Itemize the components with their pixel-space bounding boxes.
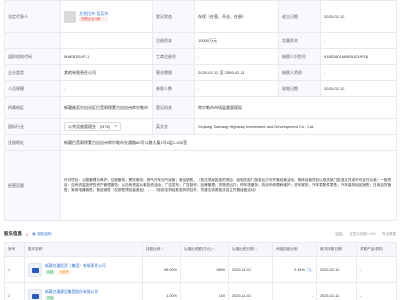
reg-no-label: 工商注册号: [152, 48, 195, 65]
ratio-value: 1.00%: [142, 282, 181, 300]
indirect-cell: 2.34% ⤵: [272, 256, 317, 283]
sort-icon: ⇅: [161, 247, 164, 251]
first-date-value: 2025-02-12: [316, 256, 357, 283]
company-logo-icon: [28, 288, 42, 300]
equity-structure-link[interactable]: ▦ 股权结构: [32, 232, 51, 237]
reg-no-value: -: [194, 48, 279, 65]
company-type-value: 其他有限责任公司: [60, 64, 153, 81]
sort-icon: ⇅: [212, 247, 216, 251]
avatar: [64, 10, 76, 23]
sort-icon: ⇅: [254, 247, 258, 251]
blank-value: [60, 32, 153, 49]
staff-label: 人员规模: [4, 80, 61, 97]
insured-label: 参保人数: [152, 80, 195, 97]
status-badge: 存续: [45, 296, 56, 300]
established-date-value: 2025-02-12: [320, 0, 397, 33]
amount-value: 9800: [180, 256, 229, 283]
date-value: 2029-11-01: [228, 282, 273, 300]
row-index: 2: [4, 282, 25, 300]
address-label: 注册地址: [4, 134, 61, 151]
first-date-value: 2025-02-12: [316, 282, 357, 300]
address-value[interactable]: 新疆巴音郭楞蒙古自治州库尔勒市交通路80号公路大厦1号6层1-005室: [60, 134, 397, 151]
credit-code-value: 91652801MAEB1EUP18: [320, 48, 397, 65]
authority-label: 登记机关: [152, 96, 195, 119]
product-value: -: [356, 256, 397, 283]
amount-value: 100: [180, 282, 229, 300]
shareholders-header: 股东信息 2 ▦ 股权结构 仅显示持股>=5% 导出数据: [4, 228, 396, 240]
scope-value: 许可项目：公路管理与养护；住宿服务；餐饮服务；燃气汽车加气经营；食品销售。（依法…: [60, 150, 397, 221]
registered-capital-label: 注册资本: [152, 32, 195, 49]
status-badge: 存续: [45, 270, 56, 275]
related-companies-badge[interactable]: 关联企业4家: [79, 17, 109, 22]
shareholder-name[interactable]: 新疆交通建设集团股份有限公司: [45, 290, 98, 295]
company-type-label: 企业类型: [4, 64, 61, 81]
industry-select[interactable]: 公共设施管理业 (N78) ▼: [64, 122, 122, 131]
chevron-down-icon: ▼: [114, 124, 118, 128]
ratio-value: 98.00%: [142, 256, 181, 283]
en-name-label: 英文名: [152, 118, 195, 135]
legal-rep-cell: 艾克拉木·吾买尔 关联企业4家: [60, 0, 153, 33]
staff-value: -: [60, 80, 153, 97]
shareholders-count: 2: [26, 231, 29, 237]
legal-rep-name[interactable]: 艾克拉木·吾买尔: [79, 11, 108, 16]
col-indirect: 间接持股比例: [272, 242, 317, 257]
industry-code: (N78): [100, 124, 111, 129]
filter-label: 仅显示持股>=5%: [349, 231, 376, 236]
indirect-value: 2.34%: [294, 267, 305, 272]
org-code-label: 组织机构代码: [4, 48, 61, 65]
industry-cell: 公共设施管理业 (N78) ▼: [60, 118, 153, 135]
row-index: 1: [4, 256, 25, 283]
col-name: 股东名称: [24, 242, 143, 257]
scope-label: 经营范围: [4, 150, 61, 221]
established-date-label: 成立日期: [278, 0, 321, 33]
shareholder-name[interactable]: 新疆交通投资（集团）有限责任公司: [45, 264, 106, 269]
export-button[interactable]: 导出数据: [382, 232, 396, 237]
taxpayer-qual-value: -: [320, 64, 397, 81]
col-ratio[interactable]: 持股比例 ⇅: [142, 242, 181, 257]
col-date[interactable]: 认缴出资日期 ⇅: [228, 242, 273, 257]
shareholder-cell: 新疆交通建设集团股份有限公司 存续: [24, 282, 143, 300]
equity-structure-label: 股权结构: [37, 231, 52, 236]
en-name-value: Xinjiang Tashang Highway Investment and …: [194, 118, 397, 135]
col-amount[interactable]: 认缴出资额(万元) ⇅: [180, 242, 229, 257]
org-code-value: MAEB1EUP-1: [60, 48, 153, 65]
col-index: 序号: [4, 242, 25, 257]
business-info-table: 法定代表人 艾克拉木·吾买尔 关联企业4家 登记状态 存续（在营、开业、在册） …: [4, 0, 397, 221]
biz-term-label: 营业期限: [152, 64, 195, 81]
taxpayer-qual-label: 纳税人资质: [278, 64, 321, 81]
registered-capital-value: 10000万元: [194, 32, 279, 49]
shareholders-table: 序号 股东名称 持股比例 ⇅ 认缴出资额(万元) ⇅ 认缴出资日期 ⇅ 间接持股…: [4, 242, 397, 300]
shareholders-title: 股东信息: [4, 231, 22, 236]
industry-label: 国标行业: [4, 118, 61, 135]
credit-code-label: 纳税人识别号: [278, 48, 321, 65]
registered-status-label: 登记状态: [152, 0, 195, 33]
penetration-icon[interactable]: ⤵: [305, 267, 313, 272]
col-first-date: 首次持股日期: [316, 242, 357, 257]
product-value: -: [356, 282, 397, 300]
company-logo-icon: [28, 262, 42, 277]
blank-label: [4, 32, 61, 49]
paid-capital-value: -: [320, 32, 397, 49]
region-label: 所属地区: [4, 96, 61, 119]
insured-value: -: [194, 80, 279, 97]
table-row: 1 新疆交通投资（集团）有限责任公司 存续 大股东 98.00% 9800 20…: [4, 256, 397, 283]
authority-value: 库尔勒市市场监督管理局: [194, 96, 397, 119]
date-value: 2029-11-01: [228, 256, 273, 283]
filter-toggle[interactable]: [335, 232, 344, 236]
shareholder-cell: 新疆交通投资（集团）有限责任公司 存续 大股东: [24, 256, 143, 283]
structure-icon: ▦: [32, 232, 36, 236]
biz-term-value: 2025-02-12 至 2059-02-11: [194, 64, 279, 81]
approved-date-value: 2025-02-12: [320, 80, 397, 97]
major-shareholder-badge: 大股东: [57, 270, 71, 275]
region-value: 新疆维吾尔自治区巴音郭楞蒙古自治州库尔勒市: [60, 96, 153, 119]
approved-date-label: 核准日期: [278, 80, 321, 97]
indirect-value: -: [272, 282, 317, 300]
legal-rep-label: 法定代表人: [4, 0, 61, 33]
shareholders-tools: 仅显示持股>=5% 导出数据: [335, 232, 396, 237]
registered-status-value: 存续（在营、开业、在册）: [194, 0, 279, 33]
table-row: 2 新疆交通建设集团股份有限公司 存续 1.00% 100 2029-11-01…: [4, 282, 397, 300]
paid-capital-label: 实缴资本: [278, 32, 321, 49]
industry-value: 公共设施管理业: [68, 124, 96, 129]
col-product: 关联产品/机构: [356, 242, 397, 257]
